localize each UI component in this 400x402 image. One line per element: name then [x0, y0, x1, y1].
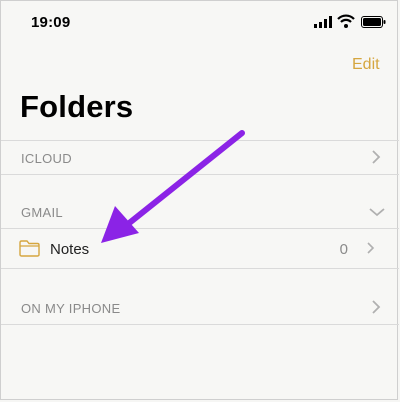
chevron-right-icon [372, 300, 381, 314]
battery-icon [361, 16, 386, 28]
wifi-icon [337, 14, 355, 28]
divider [1, 174, 399, 175]
section-header-icloud[interactable]: ICLOUD [1, 141, 399, 173]
chevron-right-icon [367, 242, 375, 254]
status-time: 19:09 [31, 14, 71, 31]
signal-icon [314, 16, 332, 28]
section-label: ON MY IPHONE [21, 301, 121, 316]
divider [1, 268, 399, 269]
chevron-down-icon [369, 208, 385, 217]
section-header-gmail[interactable]: GMAIL [1, 195, 399, 227]
folder-icon [19, 240, 40, 257]
status-bar: 19:09 [1, 1, 399, 45]
page-title: Folders [20, 89, 134, 124]
folder-label: Notes [50, 241, 90, 258]
section-label: ICLOUD [21, 151, 72, 166]
folder-row-notes[interactable]: Notes 0 [1, 229, 399, 267]
divider [1, 324, 399, 325]
folder-count: 0 [339, 241, 348, 258]
chevron-right-icon [372, 150, 381, 164]
section-header-on-my-iphone[interactable]: ON MY IPHONE [1, 291, 399, 323]
edit-button[interactable]: Edit [352, 56, 380, 74]
section-label: GMAIL [21, 205, 63, 220]
notes-app-screen: 19:09 Edit Folders ICLOUD GMAIL Notes 0 … [0, 0, 399, 400]
